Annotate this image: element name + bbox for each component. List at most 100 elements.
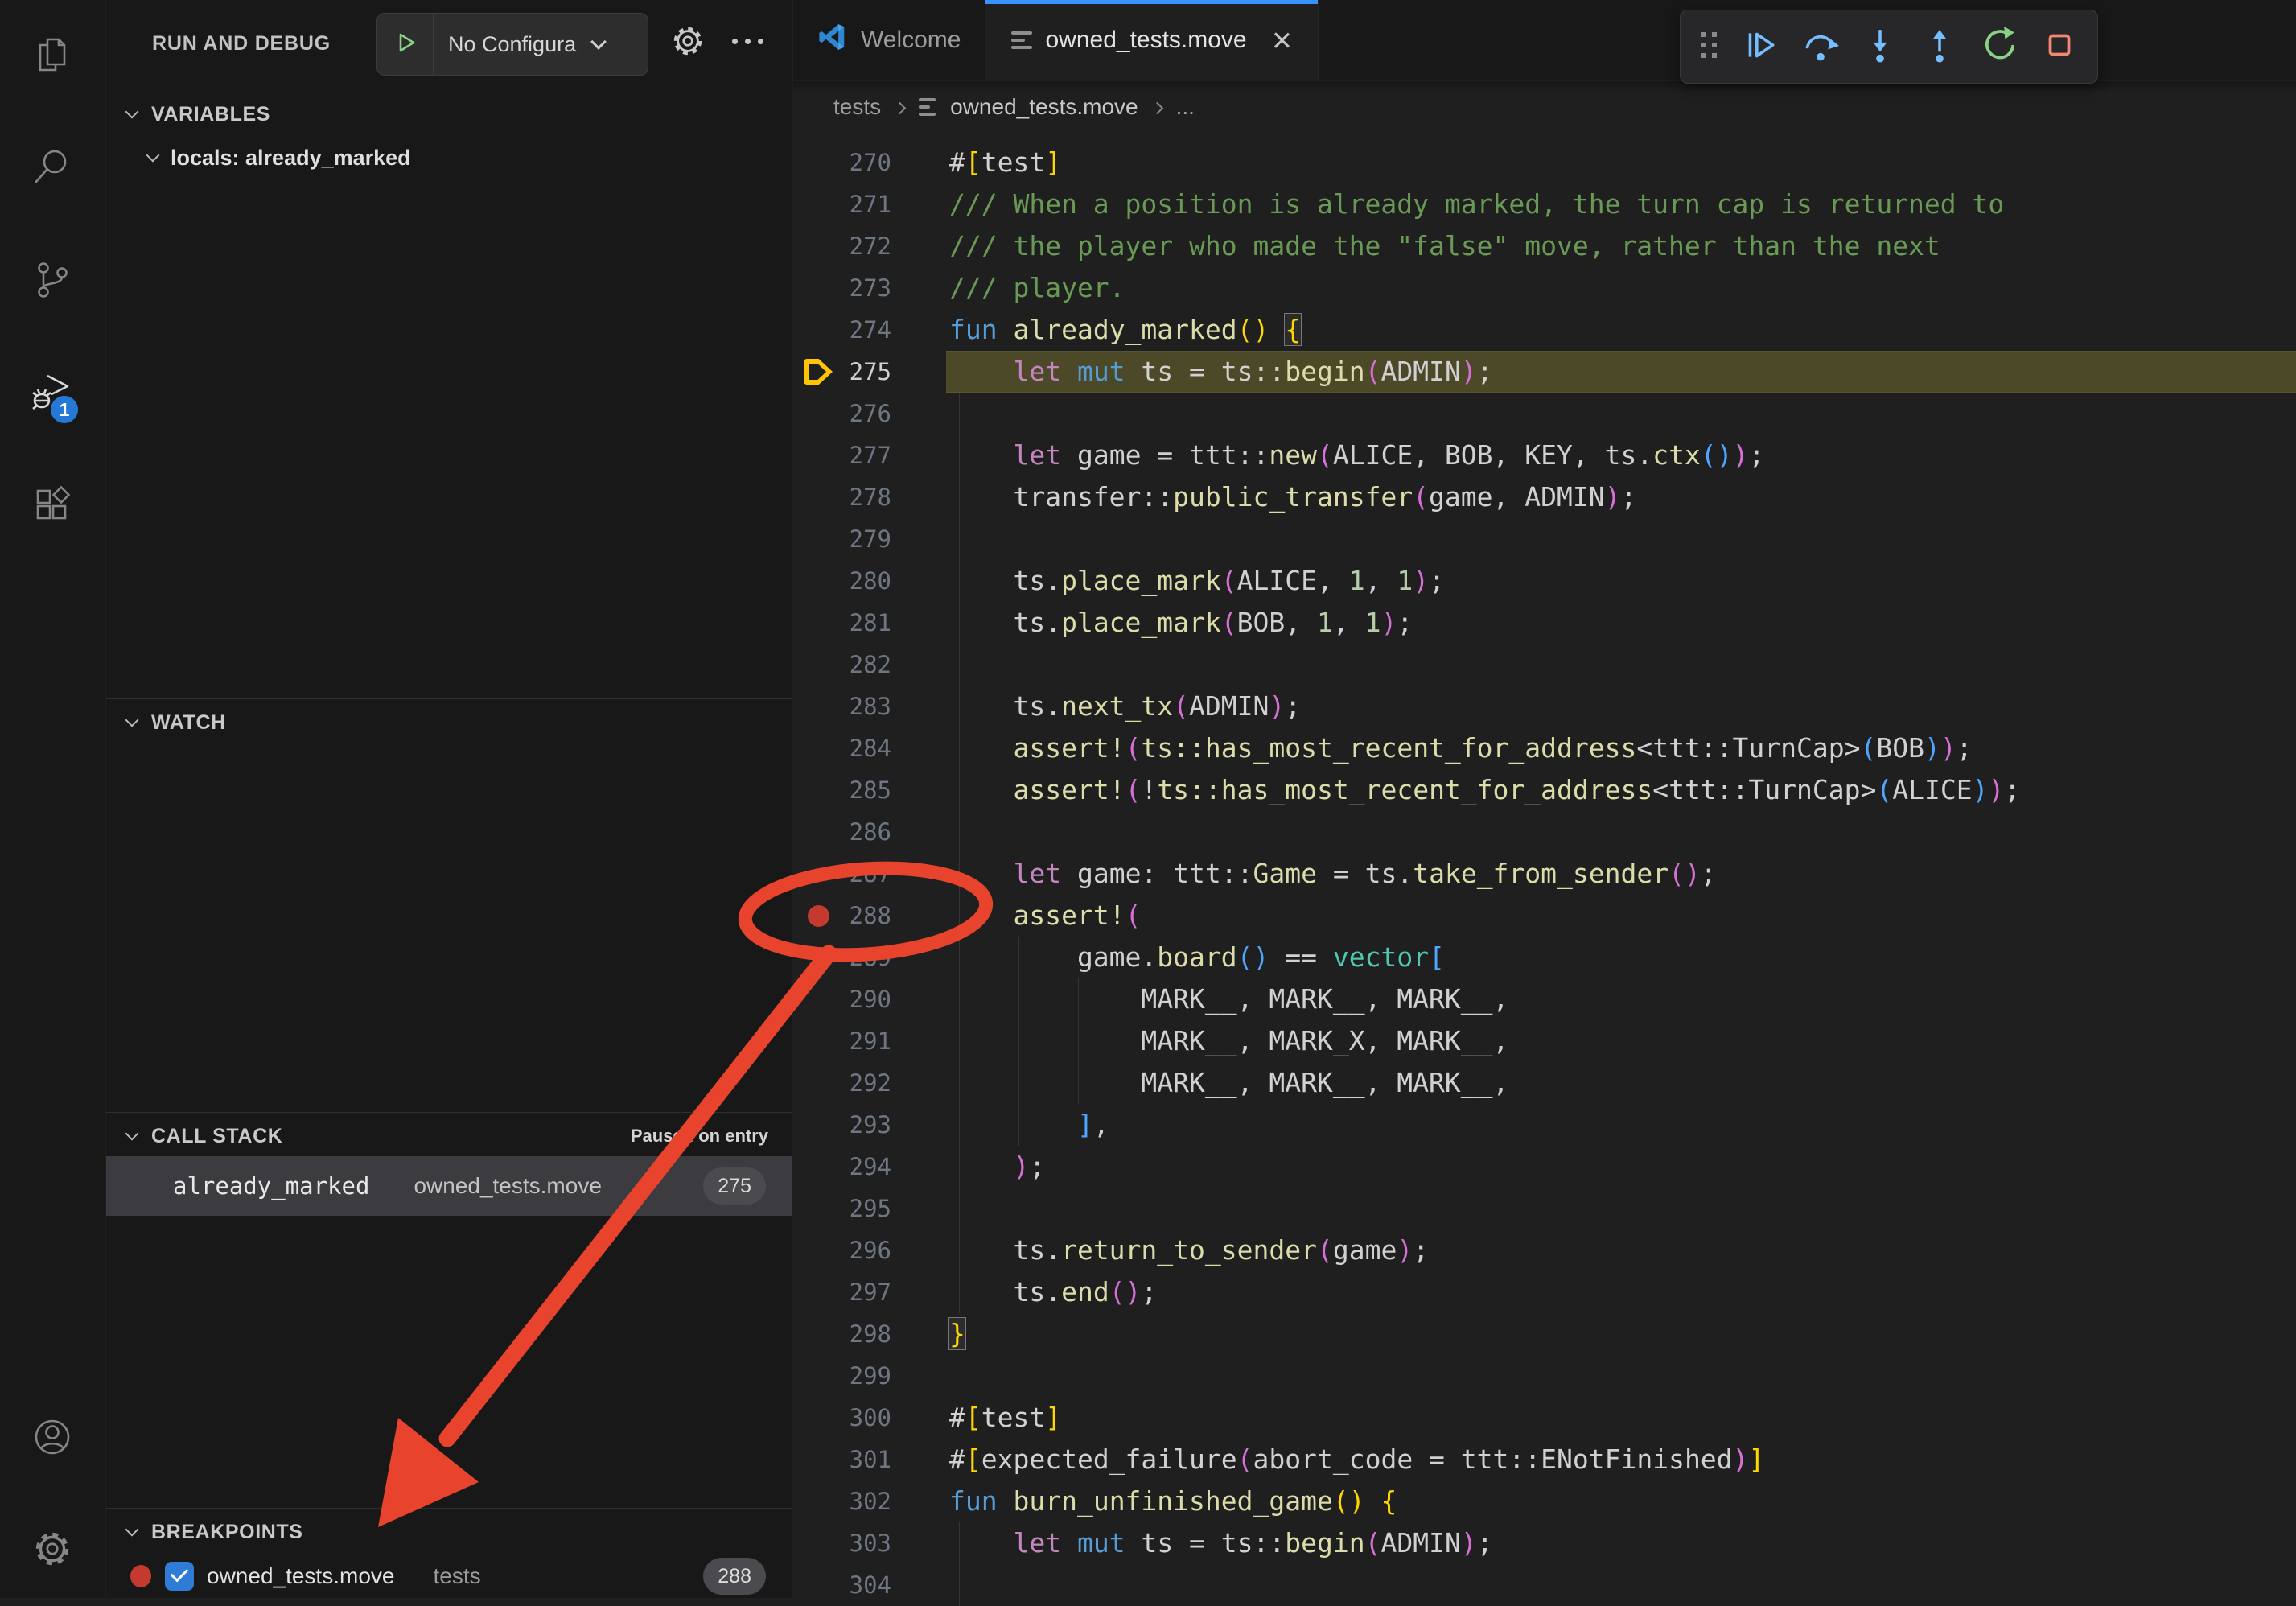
gutter-glyph-margin[interactable] — [793, 1104, 843, 1146]
code-line[interactable]: 289 game.board() == vector[ — [793, 937, 2296, 978]
section-header-watch[interactable]: WATCH — [106, 702, 792, 743]
code-line[interactable]: 302fun burn_unfinished_game() { — [793, 1480, 2296, 1522]
gutter-glyph-margin[interactable] — [793, 1480, 843, 1522]
gutter-glyph-margin[interactable] — [793, 267, 843, 309]
gutter-glyph-margin[interactable] — [793, 895, 843, 937]
step-over-button[interactable] — [1796, 22, 1845, 72]
gutter-glyph-margin[interactable] — [793, 434, 843, 476]
gutter-glyph-margin[interactable] — [793, 602, 843, 644]
gutter-glyph-margin[interactable] — [793, 811, 843, 853]
gutter-glyph-margin[interactable] — [793, 727, 843, 769]
code-line[interactable]: 299 — [793, 1355, 2296, 1397]
line-number[interactable]: 283 — [843, 693, 891, 720]
call-stack-frame[interactable]: already_marked owned_tests.move 275 — [106, 1156, 792, 1216]
line-number[interactable]: 303 — [843, 1530, 891, 1557]
code-line[interactable]: 282 — [793, 644, 2296, 686]
step-into-button[interactable] — [1855, 22, 1905, 72]
code-line-text[interactable]: assert!(ts::has_most_recent_for_address<… — [891, 727, 1973, 769]
code-line-text[interactable]: MARK__, MARK_X, MARK__, — [891, 1020, 1508, 1062]
code-line-text[interactable]: /// player. — [891, 267, 1125, 309]
breadcrumb-item-file[interactable]: owned_tests.move — [950, 94, 1138, 120]
code-line[interactable]: 297 ts.end(); — [793, 1271, 2296, 1313]
gutter-glyph-margin[interactable] — [793, 560, 843, 602]
gutter-glyph-margin[interactable] — [793, 142, 843, 183]
gutter-glyph-margin[interactable] — [793, 1188, 843, 1229]
code-line-text[interactable]: ts.next_tx(ADMIN); — [891, 686, 1301, 727]
code-line-text[interactable]: MARK__, MARK__, MARK__, — [891, 978, 1508, 1020]
line-number[interactable]: 287 — [843, 860, 891, 887]
code-line[interactable]: 275 let mut ts = ts::begin(ADMIN); — [793, 351, 2296, 393]
code-line[interactable]: 270#[test] — [793, 142, 2296, 183]
code-line[interactable]: 284 assert!(ts::has_most_recent_for_addr… — [793, 727, 2296, 769]
gutter-glyph-margin[interactable] — [793, 476, 843, 518]
code-line[interactable]: 280 ts.place_mark(ALICE, 1, 1); — [793, 560, 2296, 602]
code-line-text[interactable]: assert!(!ts::has_most_recent_for_address… — [891, 769, 2020, 811]
code-line[interactable]: 285 assert!(!ts::has_most_recent_for_add… — [793, 769, 2296, 811]
step-out-button[interactable] — [1915, 22, 1965, 72]
code-line-text[interactable]: let mut ts = ts::begin(ADMIN); — [891, 351, 1493, 393]
close-icon[interactable] — [1271, 30, 1292, 51]
account-button[interactable] — [0, 1394, 105, 1483]
more-actions-button[interactable] — [732, 39, 763, 44]
sidebar-item-explorer[interactable] — [0, 12, 105, 101]
code-line-text[interactable]: /// When a position is already marked, t… — [891, 183, 2004, 225]
line-number[interactable]: 281 — [843, 609, 891, 636]
tab-welcome[interactable]: Welcome — [793, 0, 985, 80]
gutter-glyph-margin[interactable] — [793, 225, 843, 267]
gutter-glyph-margin[interactable] — [793, 1439, 843, 1480]
line-number[interactable]: 292 — [843, 1069, 891, 1097]
line-number[interactable]: 289 — [843, 944, 891, 971]
line-number[interactable]: 286 — [843, 818, 891, 846]
code-line[interactable]: 276 — [793, 393, 2296, 434]
code-line[interactable]: 300#[test] — [793, 1397, 2296, 1439]
code-line[interactable]: 298} — [793, 1313, 2296, 1355]
line-number[interactable]: 295 — [843, 1195, 891, 1222]
line-number[interactable]: 304 — [843, 1571, 891, 1599]
sidebar-item-search[interactable] — [0, 125, 105, 213]
line-number[interactable]: 280 — [843, 567, 891, 595]
section-header-variables[interactable]: VARIABLES — [106, 93, 792, 135]
gutter-glyph-margin[interactable] — [793, 1062, 843, 1104]
line-number[interactable]: 297 — [843, 1279, 891, 1306]
gutter-glyph-margin[interactable] — [793, 978, 843, 1020]
code-line[interactable]: 293 ], — [793, 1104, 2296, 1146]
code-line[interactable]: 292 MARK__, MARK__, MARK__, — [793, 1062, 2296, 1104]
code-line-text[interactable]: #[test] — [891, 1397, 1061, 1439]
start-debugging-button[interactable] — [377, 14, 434, 75]
section-header-breakpoints[interactable]: BREAKPOINTS — [106, 1511, 792, 1553]
line-number[interactable]: 279 — [843, 525, 891, 553]
line-number[interactable]: 288 — [843, 902, 891, 929]
code-line[interactable]: 277 let game = ttt::new(ALICE, BOB, KEY,… — [793, 434, 2296, 476]
line-number[interactable]: 284 — [843, 735, 891, 762]
code-line-text[interactable]: ); — [891, 1146, 1045, 1188]
code-line-text[interactable]: ts.place_mark(ALICE, 1, 1); — [891, 560, 1445, 602]
code-line[interactable]: 281 ts.place_mark(BOB, 1, 1); — [793, 602, 2296, 644]
breakpoint-list-item[interactable]: owned_tests.move tests 288 — [106, 1555, 792, 1598]
code-line-text[interactable]: MARK__, MARK__, MARK__, — [891, 1062, 1508, 1104]
code-line[interactable]: 295 — [793, 1188, 2296, 1229]
gutter-glyph-margin[interactable] — [793, 1146, 843, 1188]
line-number[interactable]: 291 — [843, 1027, 891, 1055]
code-line[interactable]: 291 MARK__, MARK_X, MARK__, — [793, 1020, 2296, 1062]
code-line-text[interactable]: transfer::public_transfer(game, ADMIN); — [891, 476, 1636, 518]
code-line-text[interactable]: } — [891, 1313, 965, 1355]
gutter-glyph-margin[interactable] — [793, 1522, 843, 1564]
launch-configuration-dropdown[interactable]: No Configura — [376, 13, 648, 76]
section-header-call-stack[interactable]: CALL STACK Paused on entry — [106, 1115, 792, 1157]
code-line[interactable]: 290 MARK__, MARK__, MARK__, — [793, 978, 2296, 1020]
line-number[interactable]: 298 — [843, 1320, 891, 1348]
gutter-glyph-margin[interactable] — [793, 183, 843, 225]
line-number[interactable]: 278 — [843, 484, 891, 511]
gutter-glyph-margin[interactable] — [793, 1397, 843, 1439]
variables-scope-locals[interactable]: locals: already_marked — [106, 135, 792, 180]
code-line[interactable]: 271/// When a position is already marked… — [793, 183, 2296, 225]
line-number[interactable]: 270 — [843, 149, 891, 176]
toolbar-drag-handle[interactable] — [1693, 22, 1726, 72]
code-line[interactable]: 272/// the player who made the "false" m… — [793, 225, 2296, 267]
line-number[interactable]: 299 — [843, 1362, 891, 1390]
breadcrumb-item-tests[interactable]: tests — [833, 94, 881, 120]
code-line[interactable]: 279 — [793, 518, 2296, 560]
gutter-glyph-margin[interactable] — [793, 1020, 843, 1062]
code-line-text[interactable]: ts.end(); — [891, 1271, 1157, 1313]
line-number[interactable]: 275 — [843, 358, 891, 385]
